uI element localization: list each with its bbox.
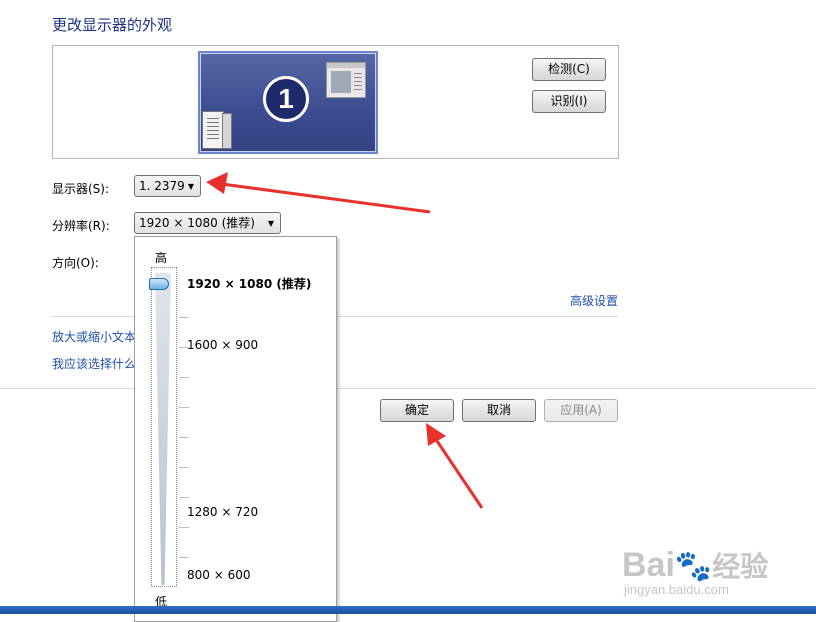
- annotation-arrows: [206, 172, 484, 509]
- taskbar-strip: [0, 606, 816, 614]
- annotation-arrowhead-ok: [426, 423, 446, 446]
- annotation-arrow-display: [221, 182, 431, 214]
- annotation-arrow-ok: [431, 434, 484, 509]
- watermark-url: jingyan.baidu.com: [624, 582, 729, 597]
- annotation-arrowhead-display: [206, 172, 228, 194]
- watermark-logo: Bai🐾经验: [622, 546, 769, 584]
